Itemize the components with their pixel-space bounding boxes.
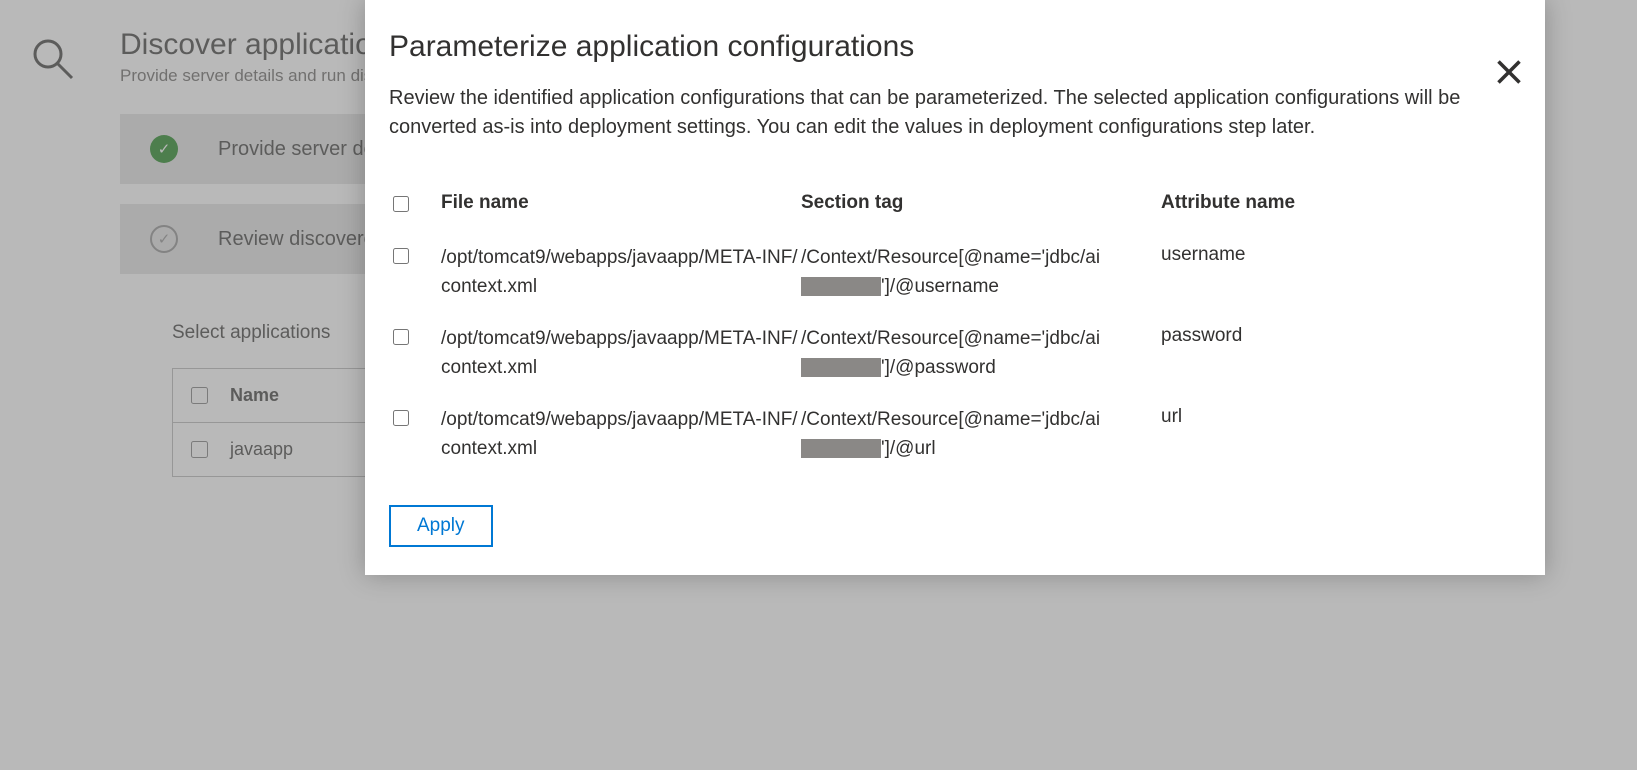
table-row: /opt/tomcat9/webapps/javaapp/META-INF/co… (389, 315, 1497, 392)
redacted-mask (801, 358, 881, 377)
col-header-section: Section tag (801, 192, 1161, 214)
section-tag: /Context/Resource[@name='jdbc/ai']/@pass… (801, 325, 1161, 382)
panel-title: Parameterize application configurations (389, 30, 1497, 64)
select-config-checkbox[interactable] (393, 248, 409, 264)
redacted-mask (801, 439, 881, 458)
close-button[interactable] (1491, 54, 1527, 90)
config-table: File name Section tag Attribute name /op… (389, 182, 1497, 473)
table-row: /opt/tomcat9/webapps/javaapp/META-INF/co… (389, 234, 1497, 311)
redacted-mask (801, 277, 881, 296)
close-icon (1495, 58, 1523, 86)
attribute-name: username (1161, 244, 1411, 266)
col-header-attr: Attribute name (1161, 192, 1411, 214)
file-name: /opt/tomcat9/webapps/javaapp/META-INF/co… (441, 325, 801, 382)
parameterize-panel: Parameterize application configurations … (365, 0, 1545, 575)
table-row: /opt/tomcat9/webapps/javaapp/META-INF/co… (389, 396, 1497, 473)
select-config-checkbox[interactable] (393, 410, 409, 426)
panel-description: Review the identified application config… (389, 84, 1497, 142)
col-header-filename: File name (441, 192, 801, 214)
select-all-configs-checkbox[interactable] (393, 196, 409, 212)
section-tag: /Context/Resource[@name='jdbc/ai']/@url (801, 406, 1161, 463)
apply-button[interactable]: Apply (389, 505, 493, 547)
select-config-checkbox[interactable] (393, 329, 409, 345)
file-name: /opt/tomcat9/webapps/javaapp/META-INF/co… (441, 244, 801, 301)
attribute-name: url (1161, 406, 1411, 428)
section-tag: /Context/Resource[@name='jdbc/ai']/@user… (801, 244, 1161, 301)
attribute-name: password (1161, 325, 1411, 347)
file-name: /opt/tomcat9/webapps/javaapp/META-INF/co… (441, 406, 801, 463)
